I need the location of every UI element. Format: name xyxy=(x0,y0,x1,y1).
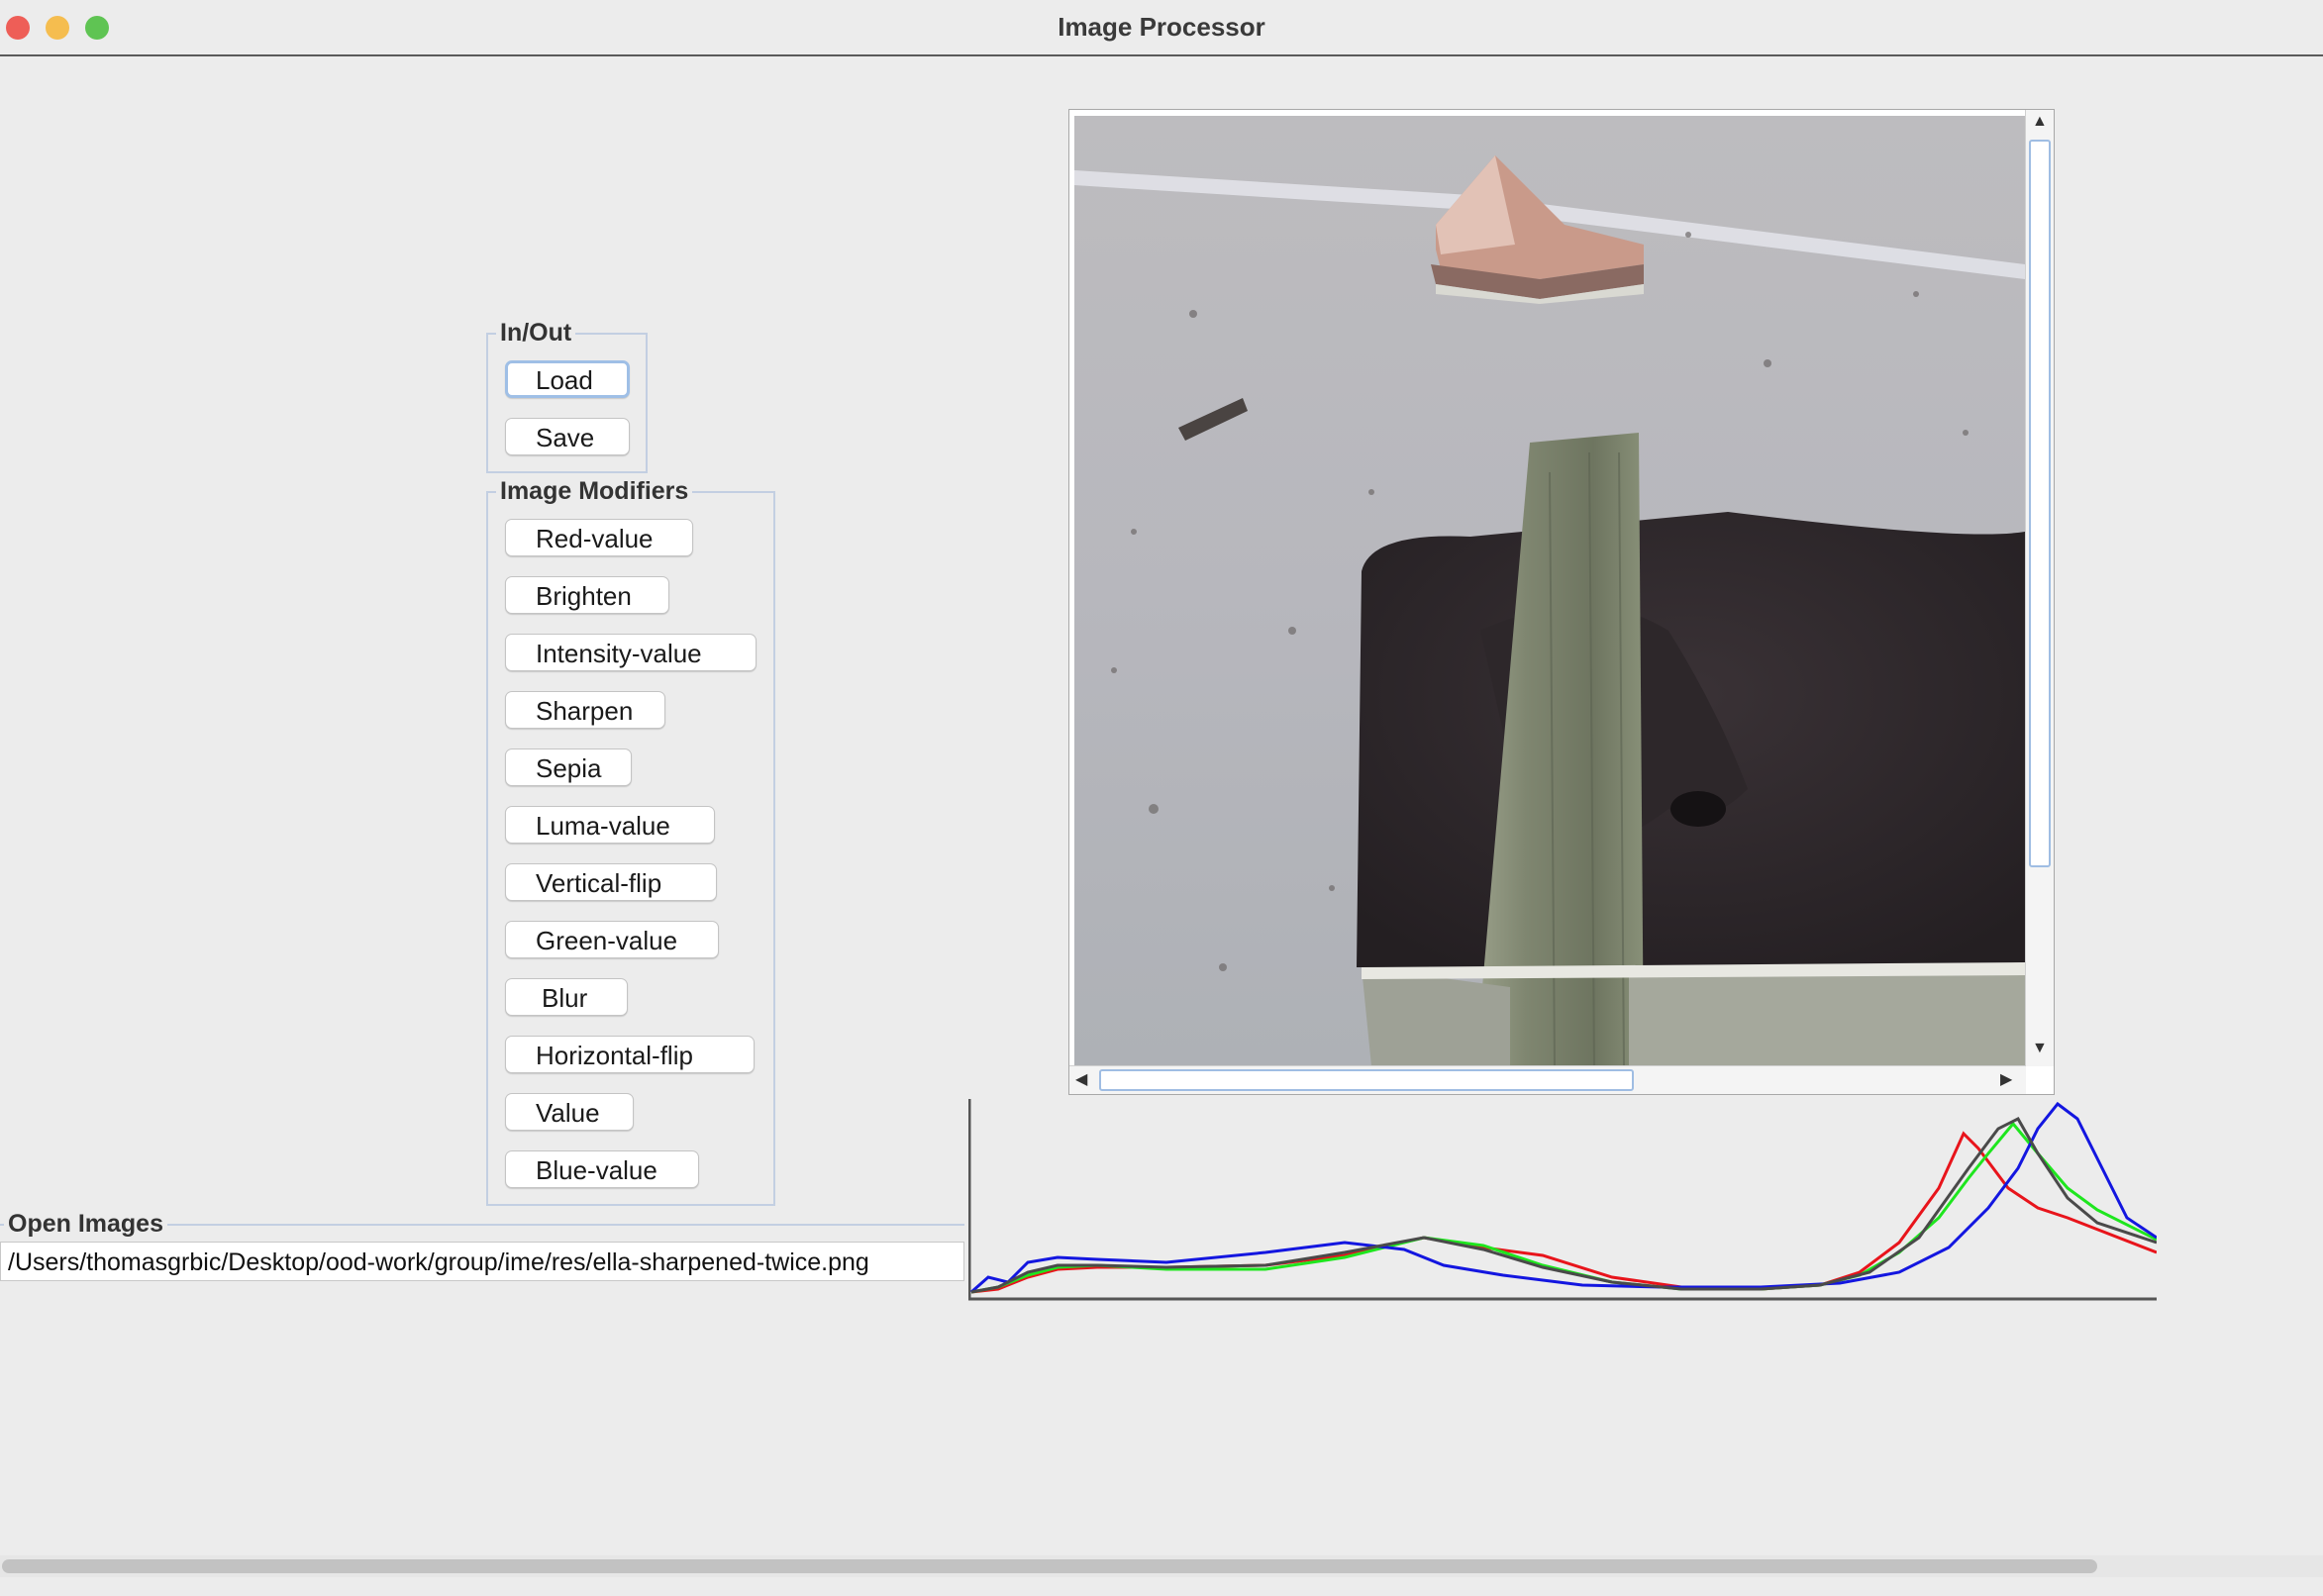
histogram-intensity-line xyxy=(970,1117,2157,1294)
load-button[interactable]: Load xyxy=(505,360,630,398)
luma-value-button[interactable]: Luma-value xyxy=(505,806,715,844)
green-value-button[interactable]: Green-value xyxy=(505,921,719,958)
horizontal-scrollbar[interactable]: ◀ ▶ xyxy=(1069,1065,2026,1094)
window-title: Image Processor xyxy=(1058,12,1265,42)
scroll-left-arrow-icon[interactable]: ◀ xyxy=(1075,1072,1087,1088)
red-value-button[interactable]: Red-value xyxy=(505,519,693,556)
intensity-value-button[interactable]: Intensity-value xyxy=(505,634,757,671)
vertical-scrollbar[interactable]: ▲ ▼ xyxy=(2025,110,2054,1066)
image-modifiers-group: Image Modifiers Red-value Brighten Inten… xyxy=(486,477,775,1206)
scroll-up-arrow-icon[interactable]: ▲ xyxy=(2032,114,2048,130)
scroll-down-arrow-icon[interactable]: ▼ xyxy=(2032,1041,2048,1056)
sharpen-button[interactable]: Sharpen xyxy=(505,691,665,729)
inout-legend: In/Out xyxy=(496,319,576,348)
title-bar: Image Processor xyxy=(0,0,2323,56)
sepia-button[interactable]: Sepia xyxy=(505,748,632,786)
scroll-right-arrow-icon[interactable]: ▶ xyxy=(2000,1072,2012,1088)
image-scroll-pane[interactable]: ▲ ▼ ◀ ▶ xyxy=(1068,109,2055,1095)
histogram-blue-line xyxy=(970,1101,2157,1294)
blur-button[interactable]: Blur xyxy=(505,978,628,1016)
window-horizontal-scrollbar[interactable] xyxy=(0,1545,2323,1596)
inout-group: In/Out Load Save xyxy=(486,319,648,473)
image-modifiers-legend: Image Modifiers xyxy=(496,477,693,506)
open-image-path-item[interactable]: /Users/thomasgrbic/Desktop/ood-work/grou… xyxy=(0,1242,964,1281)
histogram-graph xyxy=(968,1099,2157,1301)
save-button[interactable]: Save xyxy=(505,418,630,455)
window-scroll-thumb[interactable] xyxy=(2,1559,2097,1573)
blue-value-button[interactable]: Blue-value xyxy=(505,1150,699,1188)
open-images-legend: Open Images xyxy=(4,1210,167,1239)
dog-photo-image xyxy=(1074,116,2025,1066)
horizontal-flip-button[interactable]: Horizontal-flip xyxy=(505,1036,755,1073)
vertical-scroll-thumb[interactable] xyxy=(2029,140,2051,867)
brighten-button[interactable]: Brighten xyxy=(505,576,669,614)
vertical-flip-button[interactable]: Vertical-flip xyxy=(505,863,717,901)
image-display xyxy=(1074,116,2025,1066)
horizontal-scroll-thumb[interactable] xyxy=(1099,1069,1634,1091)
value-button[interactable]: Value xyxy=(505,1093,634,1131)
